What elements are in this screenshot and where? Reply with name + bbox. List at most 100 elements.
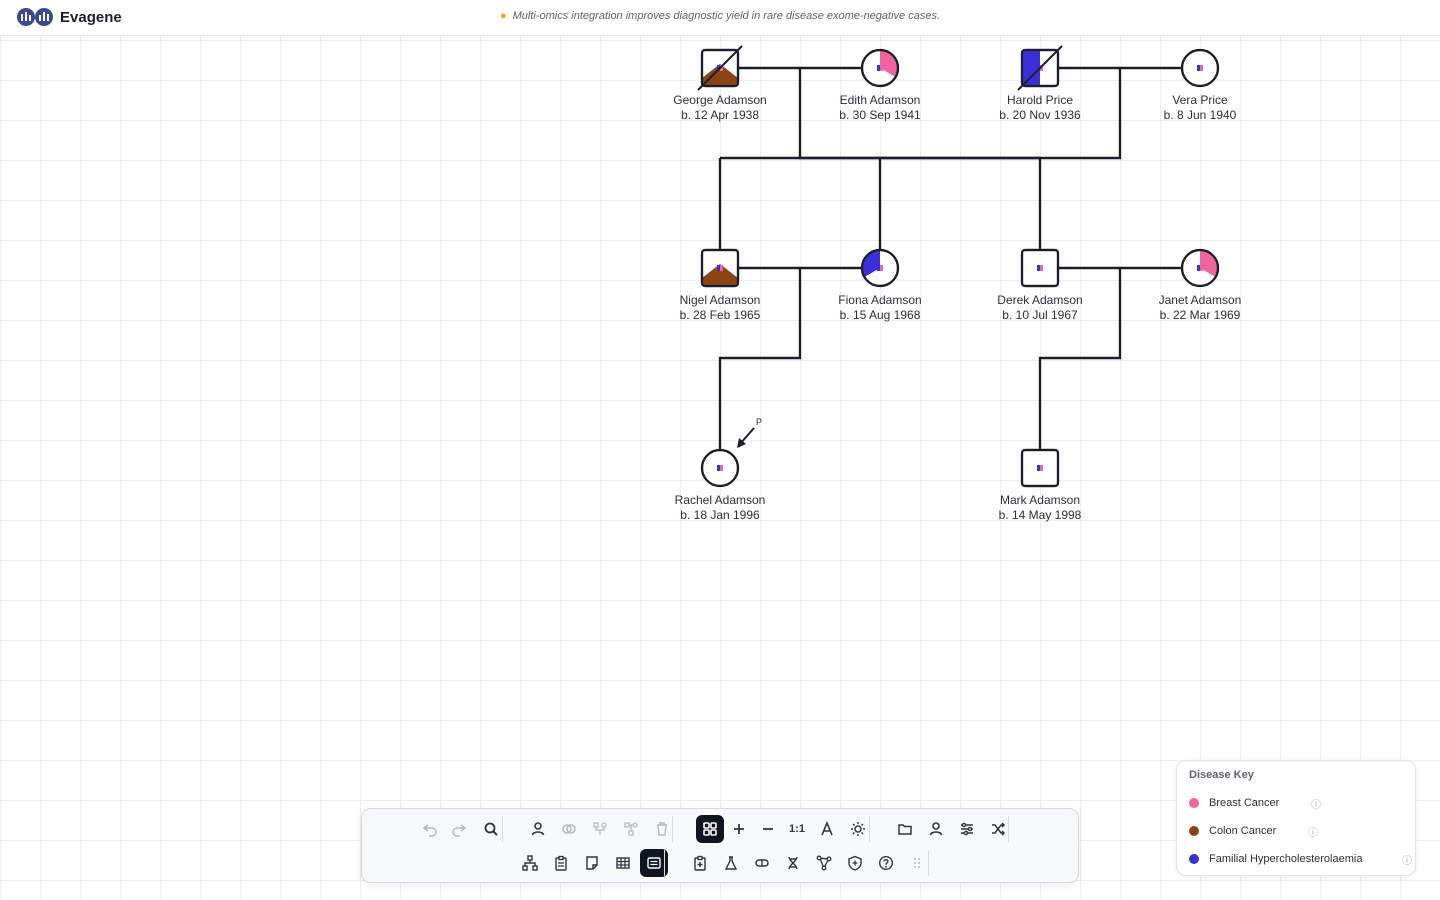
individual-mark[interactable]: Mark Adamsonb. 14 May 1998 — [999, 448, 1082, 522]
disease-key-item[interactable]: Colon Cancer ⓘ — [1189, 823, 1411, 839]
individual-dob: b. 22 Mar 1969 — [1160, 308, 1241, 322]
individual-name: Derek Adamson — [997, 293, 1082, 307]
marker-icon — [720, 265, 723, 271]
individual-harold[interactable]: Harold Priceb. 20 Nov 1936 — [999, 45, 1081, 122]
zoom-in-button[interactable] — [725, 815, 753, 843]
notes-button[interactable] — [578, 849, 606, 877]
individual-dob: b. 20 Nov 1936 — [999, 108, 1081, 122]
clipboard-button[interactable] — [547, 849, 575, 877]
individual-name: Janet Adamson — [1159, 293, 1242, 307]
risk-button[interactable] — [841, 849, 869, 877]
add-parents-button[interactable] — [617, 815, 645, 843]
clinical-record-button[interactable] — [686, 849, 714, 877]
grid-icon — [703, 822, 717, 836]
disease-label: Colon Cancer — [1209, 825, 1277, 837]
individual-name: Fiona Adamson — [838, 293, 921, 307]
add-partner-button[interactable] — [555, 815, 583, 843]
network-icon — [816, 855, 832, 871]
marker-icon — [880, 65, 883, 71]
profile-button[interactable] — [922, 815, 950, 843]
parents-icon — [624, 822, 638, 836]
individual-dob: b. 8 Jun 1940 — [1164, 108, 1237, 122]
top-bar: Evagene ● Multi-omics integration improve… — [0, 0, 1440, 36]
individual-dob: b. 14 May 1998 — [999, 508, 1082, 522]
settings-button[interactable] — [953, 815, 981, 843]
genetics-button[interactable] — [779, 849, 807, 877]
marker-icon — [720, 465, 723, 471]
zoom-out-button[interactable] — [754, 815, 782, 843]
info-icon[interactable]: ⓘ — [1311, 796, 1321, 811]
toolbar-divider — [1008, 816, 1009, 842]
undo-icon — [422, 824, 437, 837]
children-icon — [593, 822, 607, 835]
disease-key-item[interactable]: Familial Hypercholesterolaemia ⓘ — [1189, 851, 1412, 867]
marker-icon — [717, 465, 720, 471]
lightbulb-icon: ● — [499, 10, 507, 22]
help-button[interactable] — [872, 849, 900, 877]
individual-name: Mark Adamson — [1000, 493, 1080, 507]
bottom-toolbar: 1:1 — [361, 808, 1079, 883]
individual-janet[interactable]: Janet Adamsonb. 22 Mar 1969 — [1159, 248, 1242, 322]
disease-label: Breast Cancer — [1209, 797, 1280, 809]
individual-name: George Adamson — [673, 93, 766, 107]
open-file-button[interactable] — [891, 815, 919, 843]
marker-icon — [877, 265, 880, 271]
fit-view-button[interactable] — [696, 815, 724, 843]
dna-icon — [788, 856, 798, 870]
disease-key-title: Disease Key — [1189, 769, 1254, 781]
trash-icon — [657, 822, 667, 836]
toolbar-divider — [672, 816, 673, 842]
toolbar-divider — [869, 816, 870, 842]
flask-icon — [724, 856, 738, 870]
toolbar-divider — [502, 816, 503, 842]
individual-nigel[interactable]: Nigel Adamsonb. 28 Feb 1965 — [680, 248, 761, 322]
medication-button[interactable] — [748, 849, 776, 877]
marker-icon — [1037, 265, 1040, 271]
list-icon — [647, 857, 661, 869]
plus-icon — [734, 824, 744, 834]
note-icon — [586, 856, 598, 870]
disease-color-swatch — [1189, 798, 1199, 808]
zoom-reset-button[interactable]: 1:1 — [783, 815, 811, 843]
font-icon — [821, 821, 833, 836]
font-size-button[interactable] — [813, 815, 841, 843]
table-icon — [616, 857, 630, 869]
tree-icon — [522, 855, 538, 871]
individual-dob: b. 28 Feb 1965 — [680, 308, 761, 322]
undo-button[interactable] — [416, 815, 444, 843]
person-icon — [929, 822, 943, 836]
info-icon[interactable]: ⓘ — [1402, 852, 1412, 867]
info-icon[interactable]: ⓘ — [1308, 824, 1318, 839]
individual-george[interactable]: George Adamsonb. 12 Apr 1938 — [673, 45, 767, 122]
individual-name: Vera Price — [1172, 93, 1228, 107]
marker-icon — [1197, 265, 1200, 271]
individual-fiona[interactable]: Fiona Adamsonb. 15 Aug 1968 — [838, 248, 922, 322]
marker-icon — [1040, 265, 1043, 271]
sliders-icon — [961, 822, 973, 836]
marker-icon — [1200, 265, 1203, 271]
marker-icon — [717, 265, 720, 271]
add-children-button[interactable] — [586, 815, 614, 843]
marker-icon — [880, 265, 883, 271]
tip-banner: ● Multi-omics integration improves diagno… — [0, 10, 1440, 22]
disease-key-item[interactable]: Breast Cancer ⓘ — [1189, 795, 1411, 811]
network-button[interactable] — [810, 849, 838, 877]
individual-edith[interactable]: Edith Adamsonb. 30 Sep 1941 — [839, 48, 921, 122]
lab-tests-button[interactable] — [717, 849, 745, 877]
tree-view-button[interactable] — [516, 849, 544, 877]
individual-vera[interactable]: Vera Priceb. 8 Jun 1940 — [1164, 48, 1237, 122]
individual-name: Rachel Adamson — [675, 493, 766, 507]
drag-handle[interactable] — [903, 849, 931, 877]
table-view-button[interactable] — [609, 849, 637, 877]
redo-button[interactable] — [445, 815, 473, 843]
help-icon — [878, 855, 894, 871]
theme-button[interactable] — [844, 815, 872, 843]
disease-color-swatch — [1189, 826, 1199, 836]
disease-key-panel: Disease Key Breast Cancer ⓘ Colon Cancer ⓘ F… — [1176, 760, 1416, 876]
clipadd-icon — [694, 855, 706, 871]
search-button[interactable] — [477, 815, 505, 843]
individual-derek[interactable]: Derek Adamsonb. 10 Jul 1967 — [997, 248, 1083, 322]
marker-icon — [1197, 65, 1200, 71]
add-individual-button[interactable] — [524, 815, 552, 843]
individual-dob: b. 30 Sep 1941 — [839, 108, 921, 122]
